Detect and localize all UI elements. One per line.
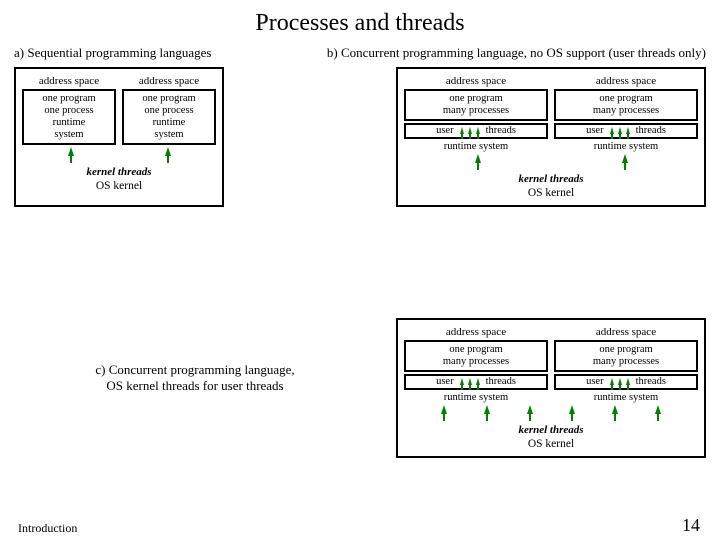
ut-text-left: user (586, 125, 604, 137)
arrow-up-icon (610, 378, 614, 385)
arrow-up-icon (460, 127, 464, 134)
slide-title: Processes and threads (0, 10, 720, 37)
footer-left: Introduction (18, 521, 77, 536)
address-space-label: address space (404, 326, 548, 338)
caption-b: b) Concurrent programming language, no O… (327, 45, 706, 61)
process-box: one program many processes (404, 340, 548, 372)
box-line: runtime (126, 117, 212, 129)
diagram-a: address space one program one process ru… (14, 67, 224, 207)
box-line: one program (408, 344, 544, 356)
box-line: one process (126, 105, 212, 117)
diagram-b: address space one program many processes… (396, 67, 706, 207)
ut-text-left: user (436, 376, 454, 388)
kernel-arrows (404, 405, 698, 414)
proc-c2: address space one program many processes… (554, 326, 698, 403)
user-threads-box: user threads (404, 123, 548, 139)
box-line: many processes (408, 105, 544, 117)
box-line: many processes (558, 105, 694, 117)
runtime-system-label: runtime system (404, 141, 548, 152)
user-arrows (460, 378, 480, 385)
kernel-threads-label: kernel threads (22, 166, 216, 178)
diagram-c: address space one program many processes… (396, 318, 706, 458)
arrow-up-icon (68, 147, 74, 156)
address-space-label: address space (554, 326, 698, 338)
arrow-up-icon (618, 378, 622, 385)
kernel-threads-label: kernel threads (404, 173, 698, 185)
arrow-up-icon (468, 127, 472, 134)
arrow-up-icon (527, 405, 533, 414)
proc-b1: address space one program many processes… (404, 75, 548, 152)
address-space-label: address space (554, 75, 698, 87)
box-line: runtime (26, 117, 112, 129)
process-box: one program many processes (554, 89, 698, 121)
kernel-arrows (404, 154, 698, 163)
user-arrows (610, 127, 630, 134)
runtime-system-label: runtime system (404, 392, 548, 403)
arrow-up-icon (476, 378, 480, 385)
address-space-label: address space (22, 75, 116, 87)
os-kernel-label: OS kernel (404, 438, 698, 450)
arrow-up-icon (622, 154, 628, 163)
arrow-up-icon (475, 154, 481, 163)
arrow-up-icon (610, 127, 614, 134)
arrow-up-icon (655, 405, 661, 414)
caption-c-line2: OS kernel threads for user threads (106, 378, 283, 393)
proc-a1: address space one program one process ru… (22, 75, 116, 145)
caption-c-line1: c) Concurrent programming language, (95, 362, 294, 377)
arrow-up-icon (484, 405, 490, 414)
box-line: one program (558, 93, 694, 105)
arrow-up-icon (612, 405, 618, 414)
caption-a: a) Sequential programming languages (14, 45, 211, 61)
ut-text-right: threads (486, 125, 516, 137)
process-box: one program one process runtime system (122, 89, 216, 145)
arrow-up-icon (626, 127, 630, 134)
process-box: one program many processes (404, 89, 548, 121)
ut-text-left: user (436, 125, 454, 137)
os-kernel-label: OS kernel (404, 187, 698, 199)
kernel-threads-label: kernel threads (404, 424, 698, 436)
arrow-up-icon (468, 378, 472, 385)
box-line: system (26, 129, 112, 141)
user-threads-box: user threads (554, 374, 698, 390)
page-number: 14 (682, 515, 700, 536)
box-line: one program (408, 93, 544, 105)
user-arrows (460, 127, 480, 134)
runtime-system-label: runtime system (554, 141, 698, 152)
ut-text-right: threads (636, 125, 666, 137)
ut-text-right: threads (486, 376, 516, 388)
kernel-arrows (22, 147, 216, 156)
arrow-up-icon (626, 378, 630, 385)
address-space-label: address space (122, 75, 216, 87)
proc-c1: address space one program many processes… (404, 326, 548, 403)
ut-text-left: user (586, 376, 604, 388)
arrow-up-icon (441, 405, 447, 414)
box-line: many processes (408, 356, 544, 368)
captions-row: a) Sequential programming languages b) C… (0, 45, 720, 61)
process-box: one program many processes (554, 340, 698, 372)
proc-b2: address space one program many processes… (554, 75, 698, 152)
user-threads-box: user threads (554, 123, 698, 139)
box-line: one process (26, 105, 112, 117)
caption-c: c) Concurrent programming language, OS k… (70, 362, 320, 394)
box-line: many processes (558, 356, 694, 368)
box-line: one program (26, 93, 112, 105)
box-line: one program (126, 93, 212, 105)
address-space-label: address space (404, 75, 548, 87)
box-line: one program (558, 344, 694, 356)
arrow-up-icon (476, 127, 480, 134)
runtime-system-label: runtime system (554, 392, 698, 403)
user-arrows (610, 378, 630, 385)
os-kernel-label: OS kernel (22, 180, 216, 192)
arrow-up-icon (618, 127, 622, 134)
ut-text-right: threads (636, 376, 666, 388)
arrow-up-icon (165, 147, 171, 156)
arrow-up-icon (460, 378, 464, 385)
process-box: one program one process runtime system (22, 89, 116, 145)
user-threads-box: user threads (404, 374, 548, 390)
arrow-up-icon (569, 405, 575, 414)
top-diagrams-row: address space one program one process ru… (0, 67, 720, 207)
box-line: system (126, 129, 212, 141)
proc-a2: address space one program one process ru… (122, 75, 216, 145)
